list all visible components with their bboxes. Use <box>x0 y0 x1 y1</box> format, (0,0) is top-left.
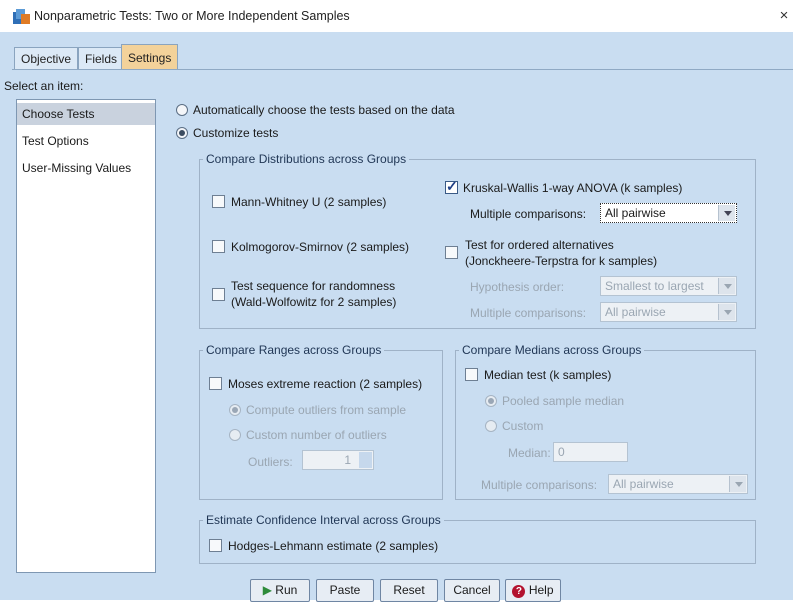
hodges-checkbox[interactable] <box>209 539 222 552</box>
hodges-label: Hodges-Lehmann estimate (2 samples) <box>228 539 439 553</box>
multiple-comparisons2-value: All pairwise <box>605 305 666 319</box>
window-title: Nonparametric Tests: Two or More Indepen… <box>34 9 350 23</box>
app-icon <box>13 9 30 24</box>
hypothesis-order-label: Hypothesis order: <box>470 280 565 294</box>
runs-label-line1: Test sequence for randomness <box>231 279 396 293</box>
moses-checkbox[interactable] <box>209 377 222 390</box>
chevron-down-icon[interactable] <box>718 278 735 294</box>
mann-whitney-checkbox[interactable] <box>212 195 225 208</box>
median-label: Median: <box>508 446 551 460</box>
kruskal-checkbox[interactable] <box>445 178 458 195</box>
outliers-label: Outliers: <box>248 455 293 469</box>
compute-outliers-label: Compute outliers from sample <box>246 403 407 417</box>
multiple-comparisons-select[interactable]: All pairwise <box>600 203 737 223</box>
median-value: 0 <box>558 445 565 459</box>
pooled-label: Pooled sample median <box>502 394 625 408</box>
auto-radio[interactable] <box>176 104 188 116</box>
sidebar-item-choose-tests[interactable]: Choose Tests <box>17 103 155 125</box>
sidebar-item-test-options[interactable]: Test Options <box>17 130 155 152</box>
kruskal-label: Kruskal-Wallis 1-way ANOVA (k samples) <box>463 181 683 195</box>
medians-multiple-value: All pairwise <box>613 477 674 491</box>
ordered-label-line1: Test for ordered alternatives <box>465 238 614 252</box>
compute-outliers-radio[interactable] <box>229 404 241 416</box>
customize-label: Customize tests <box>193 126 279 140</box>
close-icon[interactable]: × <box>775 6 793 26</box>
runs-checkbox[interactable] <box>212 288 225 301</box>
play-icon: ▶ <box>262 583 272 597</box>
kolmogorov-checkbox[interactable] <box>212 240 225 253</box>
distributions-title: Compare Distributions across Groups <box>203 152 410 166</box>
help-icon: ? <box>512 585 526 598</box>
multiple-comparisons2-label: Multiple comparisons: <box>470 306 587 320</box>
chevron-down-icon[interactable] <box>718 304 735 320</box>
run-button[interactable]: ▶ Run <box>250 579 310 602</box>
title-bar: Nonparametric Tests: Two or More Indepen… <box>0 0 793 32</box>
cancel-button[interactable]: Cancel <box>444 579 500 602</box>
tab-divider <box>12 69 793 70</box>
median-test-label: Median test (k samples) <box>484 368 612 382</box>
tab-objective[interactable]: Objective <box>14 47 79 70</box>
help-label: Help <box>528 583 554 597</box>
item-list: Choose Tests Test Options User-Missing V… <box>16 99 156 573</box>
ordered-checkbox[interactable] <box>445 246 458 259</box>
mann-whitney-label: Mann-Whitney U (2 samples) <box>231 195 387 209</box>
outliers-spinner[interactable]: 1 <box>302 450 374 470</box>
chevron-down-icon[interactable] <box>718 205 735 221</box>
paste-button[interactable]: Paste <box>316 579 374 602</box>
multiple-comparisons-label: Multiple comparisons: <box>470 207 587 221</box>
help-button[interactable]: ? Help <box>505 579 561 602</box>
tab-fields[interactable]: Fields <box>78 47 125 70</box>
run-label: Run <box>275 583 298 597</box>
customize-radio[interactable] <box>176 127 188 139</box>
outliers-value: 1 <box>344 453 351 467</box>
spinner-arrows-icon[interactable] <box>359 452 372 468</box>
ranges-group <box>199 350 443 500</box>
runs-label-line2: (Wald-Wolfowitz for 2 samples) <box>231 295 397 309</box>
median-test-checkbox[interactable] <box>465 368 478 381</box>
medians-multiple-select[interactable]: All pairwise <box>608 474 748 494</box>
chevron-down-icon[interactable] <box>729 476 746 492</box>
medians-multiple-label: Multiple comparisons: <box>481 478 598 492</box>
ordered-label-line2: (Jonckheere-Terpstra for k samples) <box>465 254 658 268</box>
auto-label: Automatically choose the tests based on … <box>193 103 455 117</box>
multiple-comparisons-value: All pairwise <box>605 206 666 220</box>
multiple-comparisons2-select[interactable]: All pairwise <box>600 302 737 322</box>
ranges-title: Compare Ranges across Groups <box>203 343 385 357</box>
hypothesis-order-value: Smallest to largest <box>605 279 704 293</box>
median-input[interactable]: 0 <box>553 442 628 462</box>
custom-median-radio[interactable] <box>485 420 497 432</box>
custom-outliers-label: Custom number of outliers <box>246 428 387 442</box>
kolmogorov-label: Kolmogorov-Smirnov (2 samples) <box>231 240 410 254</box>
ci-title: Estimate Confidence Interval across Grou… <box>203 513 444 527</box>
moses-label: Moses extreme reaction (2 samples) <box>228 377 423 391</box>
custom-outliers-radio[interactable] <box>229 429 241 441</box>
tab-settings[interactable]: Settings <box>121 44 179 70</box>
select-item-heading: Select an item: <box>4 79 84 93</box>
medians-title: Compare Medians across Groups <box>459 343 645 357</box>
pooled-radio[interactable] <box>485 395 497 407</box>
sidebar-item-user-missing[interactable]: User-Missing Values <box>17 157 155 179</box>
custom-median-label: Custom <box>502 419 544 433</box>
reset-button[interactable]: Reset <box>380 579 438 602</box>
hypothesis-order-select[interactable]: Smallest to largest <box>600 276 737 296</box>
